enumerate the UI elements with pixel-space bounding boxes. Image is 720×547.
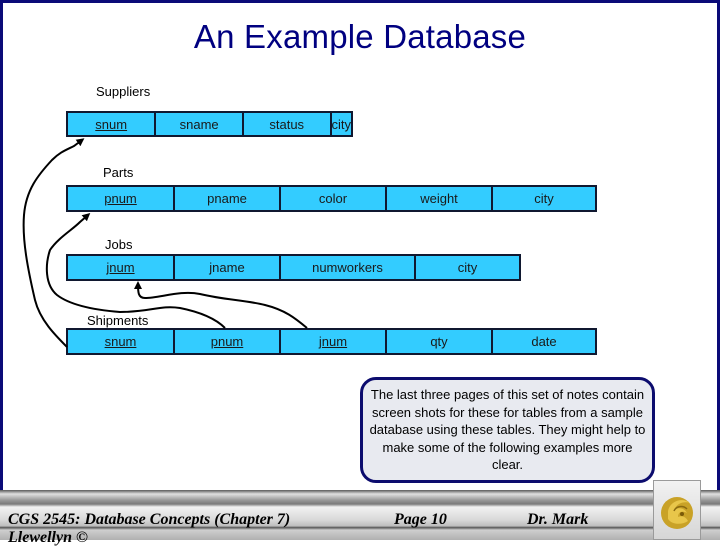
arrow-shipments-pnum-to-parts-pnum: [45, 213, 226, 329]
footer-page: Page 10: [394, 511, 447, 528]
note-text: The last three pages of this set of note…: [369, 387, 646, 473]
footer-course: CGS 2545: Database Concepts (Chapter 7): [8, 511, 291, 528]
note-callout: The last three pages of this set of note…: [360, 377, 655, 483]
slide-footer: CGS 2545: Database Concepts (Chapter 7) …: [0, 490, 720, 546]
pegasus-logo-icon: [661, 497, 693, 529]
footer-author: Dr. Mark: [527, 511, 589, 528]
footer-author-continued: Llewellyn ©: [8, 529, 88, 546]
arrow-shipments-snum-to-suppliers-snum: [22, 138, 85, 348]
university-logo: [653, 480, 701, 540]
arrow-shipments-jnum-to-jobs-jnum: [134, 281, 308, 329]
